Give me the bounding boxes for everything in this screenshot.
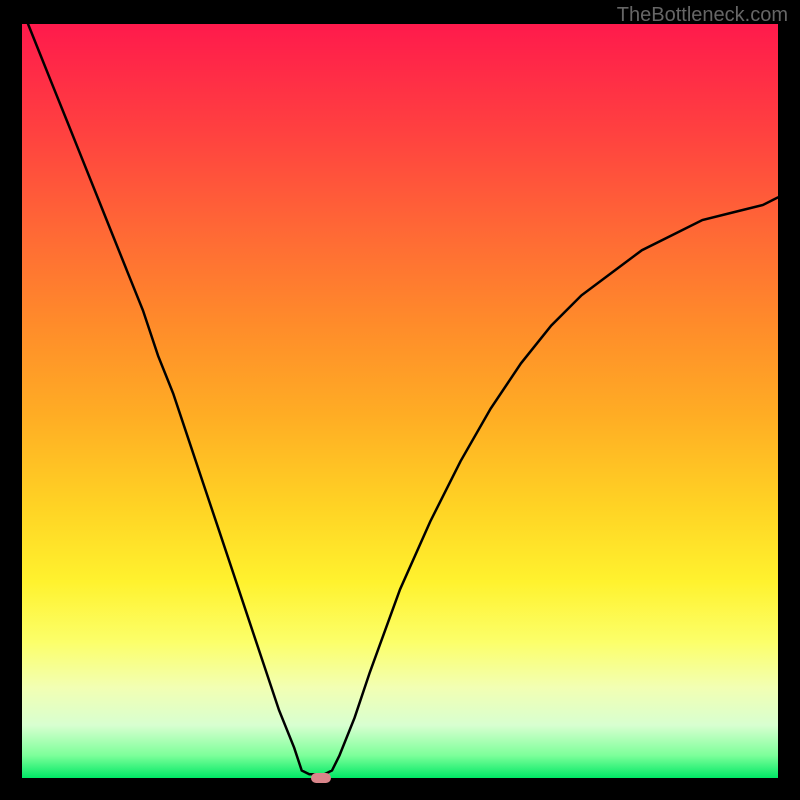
minimum-point-marker (311, 773, 331, 783)
chart-plot-area (22, 24, 778, 778)
bottleneck-curve (22, 24, 778, 778)
watermark-label: TheBottleneck.com (617, 4, 788, 27)
